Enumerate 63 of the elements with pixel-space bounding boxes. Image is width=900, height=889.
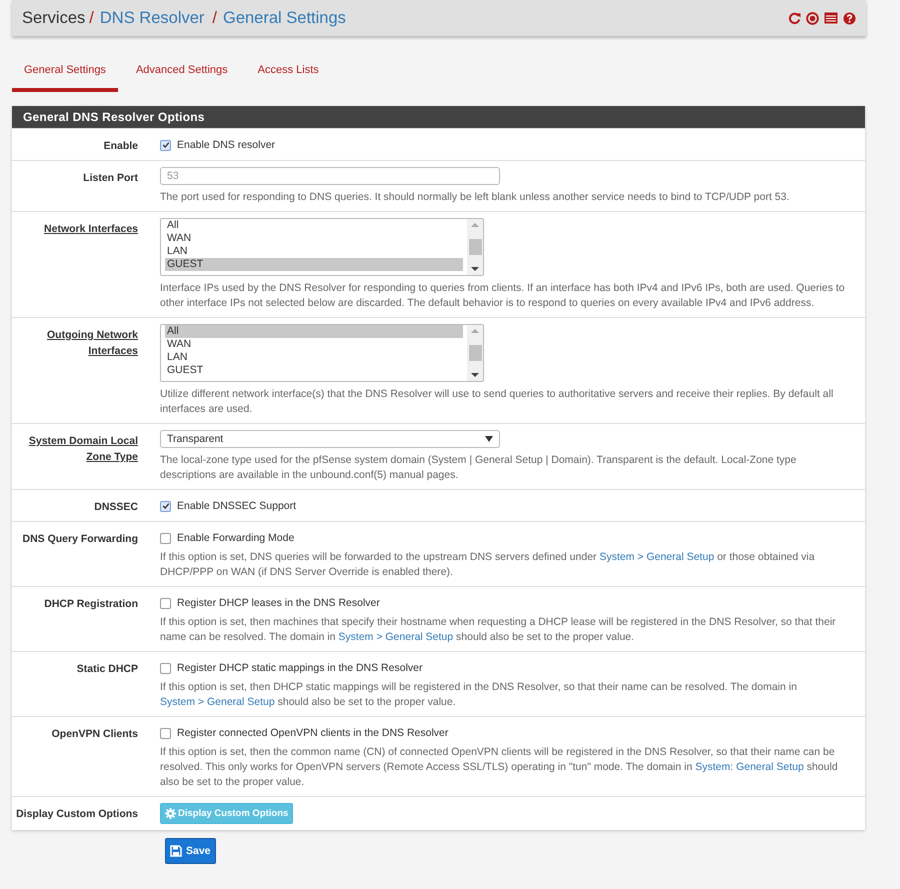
checkbox[interactable]	[160, 500, 171, 512]
stop-icon[interactable]	[806, 12, 819, 24]
field-label: Listen Port	[83, 171, 138, 186]
restart-icon[interactable]	[788, 12, 801, 24]
tab[interactable]: Advanced Settings	[124, 58, 240, 92]
field-label-link[interactable]: Network Interfaces	[44, 221, 138, 237]
checkbox-label: Enable DNSSEC Support	[177, 499, 296, 513]
field-label-link[interactable]: Outgoing Network Interfaces	[28, 327, 138, 359]
breadcrumb-separator: /	[89, 8, 94, 28]
field-label-link[interactable]: System Domain Local Zone Type	[28, 433, 138, 465]
listbox-option[interactable]: WAN	[165, 232, 463, 245]
checkbox-label: Register connected OpenVPN clients in the DNS Resolver	[177, 726, 448, 740]
help-text: If this option is set, then machines that specify their hostname when requesting a DHCP lease will be registered in the DNS Resolver, so that their name can be resolved. The domain in System > General Setup should also be set to the proper value.	[160, 615, 837, 645]
listbox-option[interactable]: GUEST	[165, 364, 463, 377]
checkbox[interactable]	[160, 662, 171, 674]
help-text: The local-zone type used for the pfSense system domain (System | General Setup | Domain). Transparent is the default. Local-Zone type descriptions are available in the unbound.conf(5) manual pages.	[160, 453, 798, 483]
listbox-option[interactable]: GUEST	[165, 258, 463, 271]
field-label: Static DHCP	[76, 662, 138, 677]
listbox-option[interactable]: All	[165, 219, 463, 232]
port-input-field[interactable]: 53	[160, 167, 500, 185]
settings-link[interactable]: System > General Setup	[160, 696, 275, 708]
help-text: The port used for responding to DNS queries. It should normally be left blank unless another service needs to bind to TCP/UDP port 53.	[160, 190, 790, 205]
breadcrumb-separator: /	[212, 8, 217, 28]
checkbox-label: Register DHCP static mappings in the DNS Resolver	[177, 661, 422, 675]
checkbox-label: Register DHCP leases in the DNS Resolver	[177, 596, 380, 610]
tab[interactable]: Access Lists	[246, 58, 331, 92]
checkbox-label: Enable DNS resolver	[177, 138, 276, 152]
zone-type-dropdown[interactable]: Transparent	[160, 430, 500, 448]
scrollbar[interactable]	[467, 325, 483, 381]
tab[interactable]: General Settings	[12, 58, 118, 92]
checkbox[interactable]	[160, 598, 171, 608]
help-text: Utilize different network interface(s) that the DNS Resolver will use to send queries to authoritative servers and receive their replies. By default all interfaces are used.	[160, 387, 834, 417]
checkbox-label: Enable Forwarding Mode	[177, 531, 294, 545]
field-label: DHCP Registration	[44, 597, 138, 612]
listbox-option[interactable]: WAN	[165, 338, 463, 351]
field-label: DNSSEC	[94, 500, 138, 515]
listbox-option[interactable]: LAN	[165, 351, 463, 364]
gear-icon	[165, 808, 176, 819]
help-text: Interface IPs used by the DNS Resolver for responding to queries from clients. If an interface has both IPv4 and IPv6 IPs, both are used. Queries to other interface IPs not selected below are discarded. The default behavior is to respond to queries on every available IPv4 and IPv6 address.	[160, 281, 846, 311]
caret-icon	[485, 436, 493, 442]
interface-listbox[interactable]: All WAN LAN GUEST	[160, 324, 484, 382]
settings-link[interactable]: System: General Setup	[695, 761, 804, 773]
help-text: If this option is set, DNS queries will be forwarded to the upstream DNS servers defined under System > General Setup or those obtained via DHCP/PPP on WAN (if DNS Server Override is enabled there).	[160, 550, 816, 580]
field-label: OpenVPN Clients	[52, 727, 138, 742]
checkbox[interactable]	[160, 140, 171, 150]
settings-link[interactable]: System > General Setup	[599, 551, 714, 563]
field-label: Display Custom Options	[16, 807, 138, 822]
checkbox[interactable]	[160, 532, 171, 544]
field-label: Enable	[104, 139, 138, 154]
field-label: DNS Query Forwarding	[22, 532, 138, 547]
listbox-option[interactable]: LAN	[165, 245, 463, 258]
interface-listbox[interactable]: All WAN LAN GUEST	[160, 218, 484, 276]
help-text: If this option is set, then DHCP static mappings will be registered in the DNS Resolver, so that their name can be resolved. The domain in System > General Setup should also be set to the proper value.	[160, 680, 798, 710]
help-icon[interactable]	[843, 12, 856, 24]
help-text: If this option is set, then the common name (CN) of connected OpenVPN clients will be registered in the DNS Resolver, so that their name can be resolved. This only works for OpenVPN servers (Remote Access SSL/TLS) operating in "tun" mode. The domain in System: General Setup should also be set to the proper value.	[160, 745, 839, 790]
scrollbar[interactable]	[467, 219, 483, 275]
panel-title: General DNS Resolver Options	[12, 106, 865, 128]
breadcrumb-text: Services	[22, 8, 86, 28]
listbox-option[interactable]: All	[165, 325, 463, 338]
log-list-icon[interactable]	[824, 12, 838, 24]
save-button[interactable]: Save	[165, 838, 216, 864]
settings-link[interactable]: System > General Setup	[338, 631, 454, 643]
checkbox[interactable]	[160, 728, 171, 738]
